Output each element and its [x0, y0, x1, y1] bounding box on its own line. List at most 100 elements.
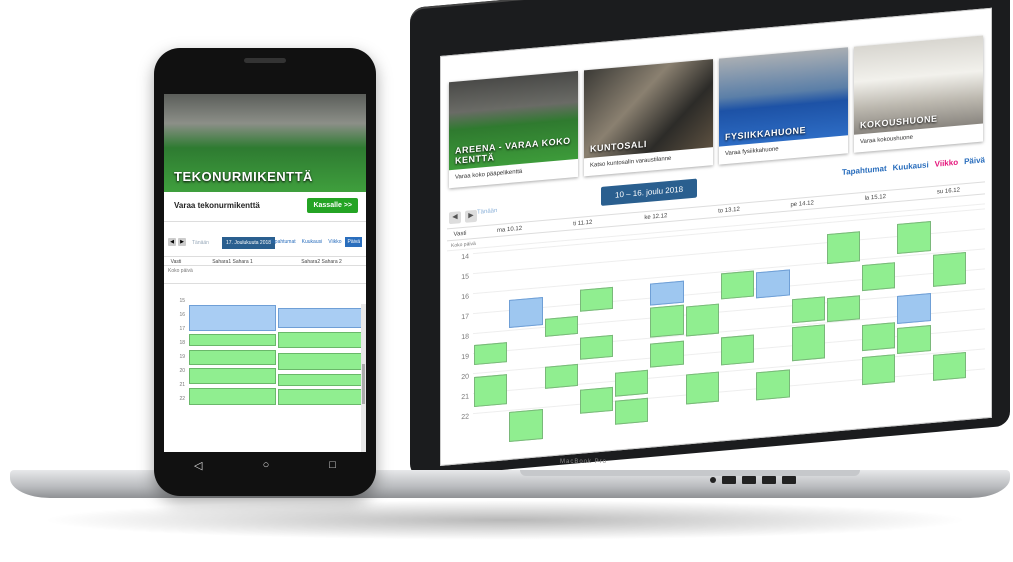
phone-event-block[interactable]: [189, 305, 276, 331]
phone-hour-label: 15: [179, 298, 185, 304]
week-grid: Vasti ma 10.12 ti 11.12 ke 12.12 to 13.12 pe …: [447, 181, 985, 459]
phone-hero-image: TEKONURMIKENTTÄ: [164, 94, 366, 192]
event-block[interactable]: [756, 269, 790, 299]
hour-label: 21: [461, 393, 469, 402]
event-block[interactable]: [615, 369, 649, 397]
view-day-button[interactable]: Päivä: [964, 155, 985, 166]
event-block[interactable]: [897, 325, 931, 354]
phone-column-header: Sahara1 Sahara 1: [212, 259, 253, 265]
room-image: KUNTOSALI: [584, 59, 713, 159]
event-block[interactable]: [474, 342, 508, 366]
phone-nav-bar: ◁ ○ □: [164, 452, 366, 478]
event-block[interactable]: [544, 363, 578, 389]
event-block[interactable]: [650, 280, 684, 306]
event-block[interactable]: [685, 303, 719, 337]
phone-scrollbar[interactable]: [361, 304, 366, 452]
phone-hour-label: 22: [179, 396, 185, 402]
phone-scroll-thumb[interactable]: [362, 364, 365, 404]
event-block[interactable]: [756, 369, 790, 401]
phone: TEKONURMIKENTTÄ Varaa tekonurmikenttä Ka…: [154, 48, 376, 496]
hour-label: 14: [461, 253, 469, 262]
phone-event-block[interactable]: [189, 334, 276, 347]
hour-label: 16: [461, 293, 469, 302]
hour-label: 19: [461, 353, 469, 362]
event-block[interactable]: [650, 340, 684, 368]
event-block[interactable]: [650, 304, 684, 338]
phone-event-block[interactable]: [278, 307, 365, 329]
phone-event-block[interactable]: [189, 387, 276, 406]
phone-grid-header: Vasti Sahara1 Sahara 1 Sahara2 Sahara 2: [164, 256, 366, 266]
phone-event-block[interactable]: [278, 352, 365, 371]
room-card[interactable]: KUNTOSALI Katso kuntosalin varaustilanne: [584, 59, 713, 177]
phone-speaker: [244, 58, 286, 63]
phone-view-button[interactable]: Viikko: [326, 237, 343, 247]
room-title: KUNTOSALI: [590, 138, 647, 154]
event-block[interactable]: [791, 296, 825, 324]
hour-label: 20: [461, 373, 469, 382]
event-block[interactable]: [544, 315, 578, 337]
view-events-button[interactable]: Tapahtumat: [842, 164, 887, 177]
event-block[interactable]: [579, 386, 614, 414]
hour-label: 18: [461, 333, 469, 342]
event-block[interactable]: [579, 286, 614, 312]
phone-view-button[interactable]: Kuukausi: [300, 237, 325, 247]
today-button[interactable]: Tänään: [477, 208, 497, 216]
event-block[interactable]: [474, 374, 508, 408]
phone-hour-label: 20: [179, 368, 185, 374]
usb-port-icon: [762, 476, 776, 484]
home-icon[interactable]: ○: [263, 459, 270, 471]
event-block[interactable]: [721, 334, 755, 366]
phone-event-block[interactable]: [278, 373, 365, 386]
phone-hour-label: 18: [179, 340, 185, 346]
event-block[interactable]: [826, 295, 861, 323]
room-card[interactable]: FYSIIKKAHUONE Varaa fysiikkahuone: [719, 47, 848, 165]
scene: AREENA - VARAA KOKO KENTTÄ Varaa koko pää…: [0, 0, 1013, 562]
event-block[interactable]: [826, 231, 861, 265]
phone-booking-label: Varaa tekonurmikenttä: [174, 201, 260, 210]
back-icon[interactable]: ◁: [194, 459, 202, 472]
event-block[interactable]: [685, 371, 719, 405]
recent-apps-icon[interactable]: □: [329, 459, 336, 471]
prev-week-button[interactable]: ◀: [449, 211, 461, 225]
event-block[interactable]: [932, 251, 966, 287]
event-block[interactable]: [509, 297, 543, 328]
laptop-ports: [710, 476, 796, 484]
event-block[interactable]: [615, 397, 649, 425]
phone-hour-label: 16: [179, 312, 185, 318]
phone-today-button[interactable]: Tänään: [192, 240, 209, 246]
phone-event-block[interactable]: [189, 368, 276, 385]
next-day-button[interactable]: ▶: [178, 238, 186, 246]
phone-hour-label: 19: [179, 354, 185, 360]
next-week-button[interactable]: ▶: [465, 209, 477, 223]
event-block[interactable]: [897, 221, 931, 254]
hour-label: 15: [461, 273, 469, 282]
phone-view-button[interactable]: Tapahtumat: [268, 237, 298, 247]
event-block[interactable]: [791, 324, 825, 362]
usb-port-icon: [782, 476, 796, 484]
hour-labels: 14 15 16 17 18 19 20 21 22: [447, 253, 473, 435]
view-switcher: Tapahtumat Kuukausi Viikko Päivä: [842, 155, 985, 177]
view-week-button[interactable]: Viikko: [935, 158, 958, 169]
event-block[interactable]: [862, 322, 896, 352]
phone-view-button[interactable]: Päivä: [345, 237, 362, 247]
event-block[interactable]: [579, 334, 614, 360]
event-block[interactable]: [721, 270, 755, 300]
event-block[interactable]: [862, 262, 896, 292]
room-card[interactable]: AREENA - VARAA KOKO KENTTÄ Varaa koko pää…: [449, 70, 578, 189]
event-block[interactable]: [932, 351, 966, 381]
room-image: FYSIIKKAHUONE: [719, 47, 848, 147]
laptop-lip: [520, 470, 860, 476]
date-range: 10 – 16. joulu 2018: [601, 178, 698, 206]
room-card[interactable]: KOKOUSHUONE Varaa kokoushuone: [854, 35, 983, 153]
phone-event-block[interactable]: [278, 389, 365, 406]
prev-day-button[interactable]: ◀: [168, 238, 176, 246]
event-block[interactable]: [897, 293, 931, 324]
checkout-button[interactable]: Kassalle >>: [307, 198, 358, 213]
event-block[interactable]: [509, 409, 543, 442]
view-month-button[interactable]: Kuukausi: [893, 160, 929, 172]
phone-event-block[interactable]: [278, 331, 365, 348]
laptop-screen: AREENA - VARAA KOKO KENTTÄ Varaa koko pää…: [440, 7, 992, 466]
phone-event-block[interactable]: [189, 349, 276, 365]
event-block[interactable]: [862, 354, 896, 386]
hour-label: 22: [461, 413, 469, 422]
